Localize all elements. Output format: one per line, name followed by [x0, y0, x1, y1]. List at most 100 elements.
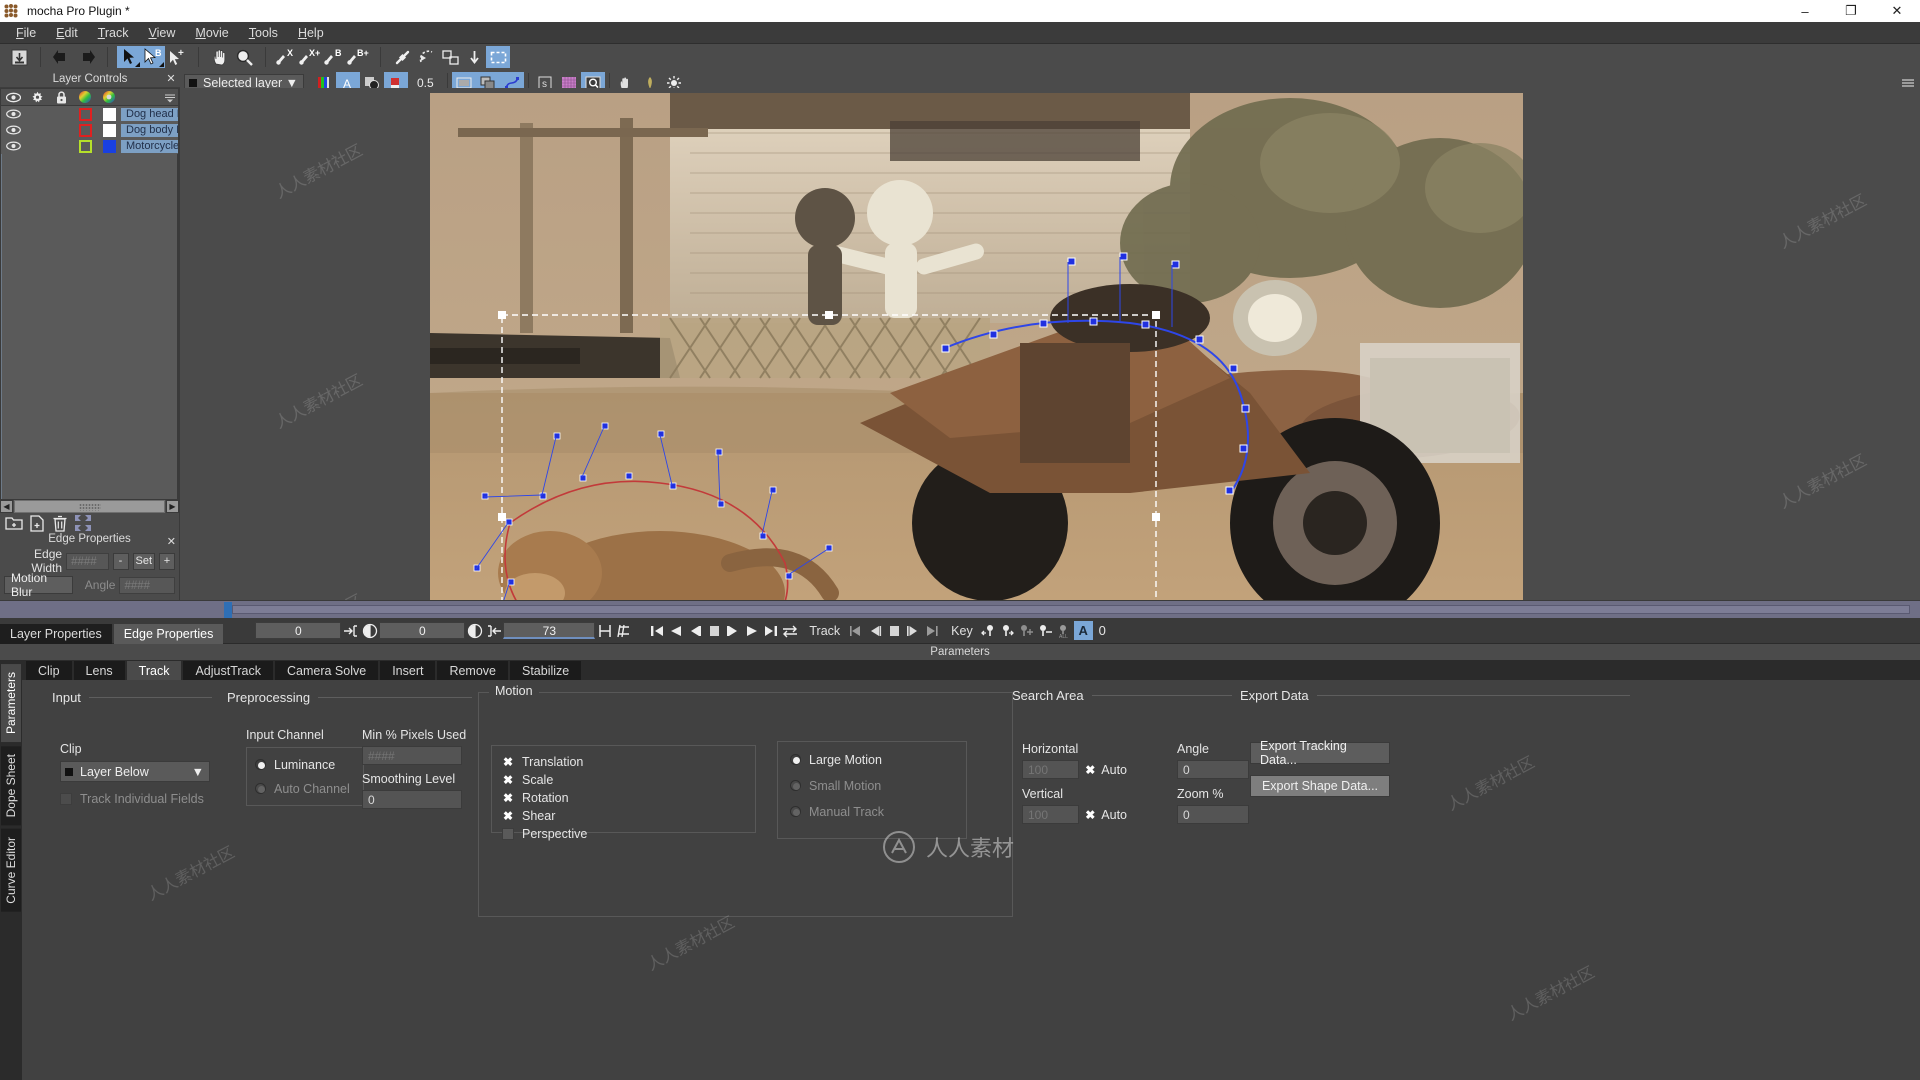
track-back-icon[interactable] [865, 621, 884, 640]
tab-adjusttrack[interactable]: AdjustTrack [183, 661, 273, 680]
back-arrow-icon[interactable] [50, 46, 74, 68]
menu-tools[interactable]: Tools [239, 24, 288, 42]
clip-dropdown[interactable]: Layer Below ▼ [60, 761, 210, 782]
manual-track-row[interactable]: Manual Track [790, 804, 954, 819]
eye-icon[interactable] [1, 125, 25, 135]
eye-icon[interactable] [1, 109, 25, 119]
set-in-point-icon[interactable] [341, 621, 360, 640]
pan-hand-icon[interactable] [208, 46, 232, 68]
tab-camera-solve[interactable]: Camera Solve [274, 661, 379, 680]
rotation-row[interactable]: ✖ Rotation [502, 790, 745, 805]
large-motion-row[interactable]: Large Motion [790, 752, 954, 767]
layer-name[interactable]: Motorcycle Be [121, 139, 178, 153]
move-planar-icon[interactable] [462, 46, 486, 68]
rotation-checkbox[interactable]: ✖ [502, 791, 514, 805]
key-toggle-zero[interactable]: 0 [1093, 621, 1112, 640]
small-motion-radio[interactable] [790, 780, 801, 791]
in-clock-icon[interactable] [360, 621, 379, 640]
menu-movie[interactable]: Movie [185, 24, 238, 42]
edge-width-minus-button[interactable]: - [112, 552, 129, 570]
tab-insert[interactable]: Insert [380, 661, 436, 680]
tab-clip[interactable]: Clip [26, 661, 72, 680]
auto-channel-option[interactable]: Auto Channel [255, 781, 355, 796]
add-point-arrow-icon[interactable]: + [165, 46, 189, 68]
edge-width-set-button[interactable]: Set [132, 552, 156, 570]
link-icon[interactable] [390, 46, 414, 68]
edge-width-input[interactable]: #### [66, 552, 109, 570]
table-row[interactable]: Motorcycle Be [1, 138, 178, 154]
out-clock-icon[interactable] [465, 621, 484, 640]
image-viewer[interactable] [430, 93, 1523, 600]
menu-file[interactable]: File [6, 24, 46, 42]
layer-outline-swatch[interactable] [78, 107, 92, 121]
timeline-bar[interactable] [0, 600, 1920, 618]
zoom-magnifier-icon[interactable] [232, 46, 256, 68]
angle-input[interactable]: 0 [1177, 760, 1249, 779]
min-pixels-input[interactable]: #### [362, 746, 462, 765]
minimize-button[interactable]: – [1782, 0, 1828, 22]
key-toggle-a[interactable]: A [1073, 621, 1093, 640]
step-back-icon[interactable] [685, 621, 704, 640]
vertical-input[interactable]: 100 [1022, 805, 1080, 824]
layer-name[interactable]: Dog head M [121, 107, 178, 121]
bezier-pen-icon[interactable]: B [323, 46, 347, 68]
track-forward-all-icon[interactable] [922, 621, 941, 640]
bezier-plus-pen-icon[interactable]: B+ [347, 46, 371, 68]
rotate-handle-icon[interactable] [414, 46, 438, 68]
translation-checkbox[interactable]: ✖ [502, 755, 514, 769]
export-shape-data-button[interactable]: Export Shape Data... [1250, 775, 1390, 797]
layer-fill-swatch[interactable] [102, 139, 116, 153]
tracking-footage[interactable] [430, 93, 1523, 600]
forward-arrow-icon[interactable] [74, 46, 98, 68]
delete-key-icon[interactable] [1036, 621, 1055, 640]
side-tab-dope-sheet[interactable]: Dope Sheet [1, 746, 21, 826]
tab-lens[interactable]: Lens [73, 661, 125, 680]
table-row[interactable]: Dog body M [1, 122, 178, 138]
perspective-checkbox[interactable] [502, 827, 514, 840]
shear-row[interactable]: ✖ Shear [502, 808, 745, 823]
layer-list-hscrollbar[interactable]: ◀ ▶ [0, 500, 179, 513]
horizontal-auto-checkbox[interactable]: ✖ [1085, 763, 1095, 777]
tab-remove[interactable]: Remove [437, 661, 508, 680]
menu-track[interactable]: Track [88, 24, 139, 42]
close-button[interactable]: ✕ [1874, 0, 1920, 22]
new-group-folder-icon[interactable] [3, 513, 24, 533]
tab-track[interactable]: Track [126, 661, 182, 680]
layer-outline-swatch[interactable] [78, 139, 92, 153]
next-key-icon[interactable] [998, 621, 1017, 640]
prev-key-icon[interactable] [979, 621, 998, 640]
smoothing-input[interactable]: 0 [362, 790, 462, 809]
zoom-percent-input[interactable]: 0 [1177, 805, 1249, 824]
large-motion-radio[interactable] [790, 754, 801, 765]
shear-checkbox[interactable]: ✖ [502, 809, 514, 823]
fit-timeline-icon[interactable] [614, 621, 633, 640]
export-tracking-data-button[interactable]: Export Tracking Data... [1250, 739, 1390, 767]
side-tab-curve-editor[interactable]: Curve Editor [1, 829, 21, 913]
small-motion-row[interactable]: Small Motion [790, 778, 954, 793]
select-arrow-icon[interactable] [117, 46, 141, 68]
scroll-thumb[interactable] [14, 500, 165, 513]
layer-list-menu-icon[interactable] [164, 91, 176, 106]
tab-edge-properties[interactable]: Edge Properties [113, 623, 224, 644]
track-stop-icon[interactable] [884, 621, 903, 640]
motion-blur-button[interactable]: Motion Blur [4, 571, 74, 599]
auto-channel-radio[interactable] [255, 783, 266, 794]
luminance-radio[interactable] [255, 759, 266, 770]
xspline-pen-icon[interactable]: X [275, 46, 299, 68]
current-frame-field[interactable]: 73 [503, 622, 596, 639]
scale-checkbox[interactable]: ✖ [502, 773, 514, 787]
fit-layer-icon[interactable] [72, 513, 93, 533]
select-b-arrow-icon[interactable]: B [141, 46, 165, 68]
track-individual-fields-checkbox[interactable] [60, 792, 72, 805]
align-surface-icon[interactable] [438, 46, 462, 68]
manual-track-radio[interactable] [790, 806, 801, 817]
add-key-icon[interactable] [1017, 621, 1036, 640]
translation-row[interactable]: ✖ Translation [502, 754, 745, 769]
layer-fill-swatch[interactable] [102, 107, 116, 121]
new-layer-icon[interactable] [26, 513, 47, 533]
eye-icon[interactable] [1, 141, 25, 151]
edge-width-plus-button[interactable]: + [159, 552, 176, 570]
delete-all-keys-icon[interactable]: ALL [1055, 621, 1074, 640]
menu-view[interactable]: View [139, 24, 186, 42]
maximize-button[interactable]: ❐ [1828, 0, 1874, 22]
